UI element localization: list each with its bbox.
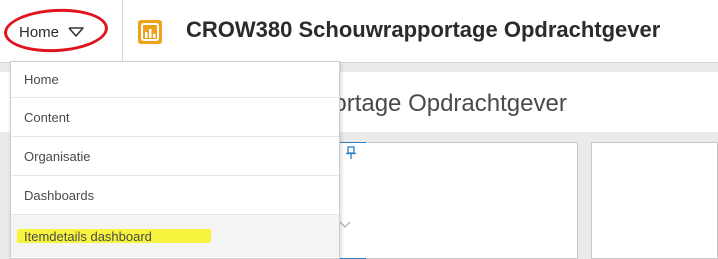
menu-item-label: Content — [24, 109, 70, 125]
pin-icon[interactable] — [345, 146, 357, 160]
menu-item-dashboards[interactable]: Dashboards — [11, 176, 339, 215]
dropdown-arrow-icon — [339, 221, 351, 228]
menu-item-home[interactable]: Home — [11, 62, 339, 98]
top-header: Home CROW380 Schouwrapportage Opdrachtge… — [0, 0, 718, 63]
dashboard-app-icon — [138, 20, 162, 44]
menu-item-content[interactable]: Content — [11, 98, 339, 137]
home-menu-button[interactable]: Home — [19, 20, 85, 44]
app-title: CROW380 Schouwrapportage Opdrachtgever — [186, 17, 661, 42]
home-dropdown-menu: Home Content Organisatie Dashboards Item… — [10, 61, 340, 259]
menu-item-label: Organisatie — [24, 148, 91, 164]
home-menu-label: Home — [19, 23, 60, 41]
chevron-down-icon — [68, 27, 84, 37]
menu-item-label: Itemdetails dashboard — [24, 228, 152, 244]
menu-item-label: Home — [24, 72, 59, 87]
dashboard-panel — [338, 142, 578, 259]
menu-item-label: Dashboards — [24, 187, 95, 203]
dashboard-panel — [591, 142, 718, 259]
menu-item-itemdetails-dashboard[interactable]: Itemdetails dashboard — [11, 215, 339, 257]
menu-item-organisatie[interactable]: Organisatie — [11, 137, 339, 176]
header-divider — [122, 0, 123, 62]
dashboard-title: portage Opdrachtgever — [320, 90, 567, 117]
